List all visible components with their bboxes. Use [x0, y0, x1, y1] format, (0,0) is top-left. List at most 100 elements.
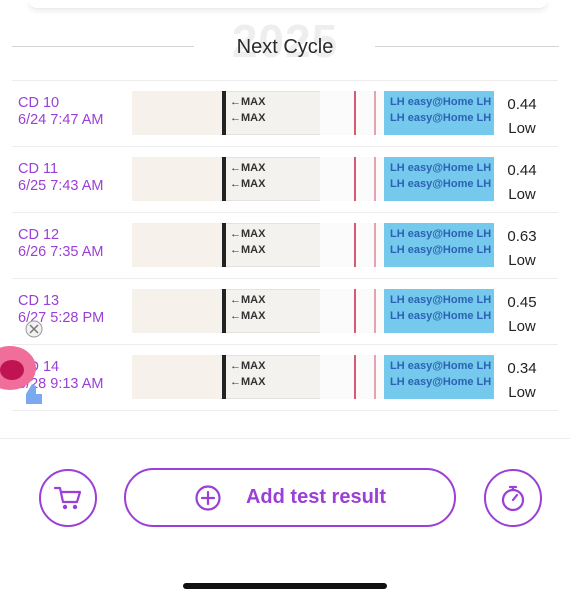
- test-band: [374, 157, 376, 201]
- max-text: ←MAX: [230, 162, 266, 174]
- cart-icon: [53, 486, 82, 510]
- thumbs-up-icon: [26, 384, 42, 404]
- wrap-text: LH easy@Home LH: [390, 294, 492, 306]
- max-text: ←MAX: [230, 244, 266, 256]
- wrap-text: LH easy@Home LH: [390, 376, 492, 388]
- max-text: ←MAX: [230, 228, 266, 240]
- timer-button[interactable]: [484, 469, 542, 527]
- wrap-text: LH easy@Home LH: [390, 178, 492, 190]
- control-band: [354, 223, 356, 267]
- lh-value: 0.34: [507, 360, 537, 377]
- test-result-list: CD 10 6/24 7:47 AM ←MAX ←MAX LH easy@Hom…: [0, 80, 570, 411]
- previous-card-edge: [28, 0, 548, 9]
- cycle-day: CD 12: [18, 227, 60, 243]
- wrap-text: LH easy@Home LH: [390, 228, 492, 240]
- sticker-graphic: [0, 320, 43, 404]
- add-test-result-button[interactable]: Add test result: [124, 468, 456, 527]
- home-indicator[interactable]: [183, 583, 387, 589]
- strip-handle-mark: [222, 355, 226, 399]
- max-text: ←MAX: [230, 112, 266, 124]
- strip-max-label: ←MAX ←MAX: [230, 358, 265, 390]
- strip-wrapper: LH easy@Home LH LH easy@Home LH: [384, 289, 494, 333]
- arrow-left-icon: ←: [230, 178, 241, 190]
- test-row[interactable]: CD 14 6/28 9:13 AM ←MAX ←MAX LH easy@Hom…: [12, 345, 558, 411]
- test-row[interactable]: CD 11 6/25 7:43 AM ←MAX ←MAX LH easy@Hom…: [12, 147, 558, 213]
- test-strip-photo[interactable]: ←MAX ←MAX LH easy@Home LH LH easy@Home L…: [132, 157, 494, 201]
- test-row[interactable]: CD 13 6/27 5:28 PM ←MAX ←MAX LH easy@Hom…: [12, 279, 558, 345]
- wrap-text: LH easy@Home LH: [390, 96, 492, 108]
- test-strip-photo[interactable]: ←MAX ←MAX LH easy@Home LH LH easy@Home L…: [132, 289, 494, 333]
- arrow-left-icon: ←: [230, 162, 241, 174]
- strip-wrapper: LH easy@Home LH LH easy@Home LH: [384, 91, 494, 135]
- arrow-left-icon: ←: [230, 112, 241, 124]
- max-text: ←MAX: [230, 96, 266, 108]
- wrap-text: LH easy@Home LH: [390, 162, 492, 174]
- strip-wrapper: LH easy@Home LH LH easy@Home LH: [384, 157, 494, 201]
- arrow-left-icon: ←: [230, 294, 241, 306]
- test-band: [374, 289, 376, 333]
- stopwatch-icon: [501, 485, 525, 512]
- arrow-left-icon: ←: [230, 310, 241, 322]
- lh-value: 0.63: [507, 228, 537, 245]
- wrap-text: LH easy@Home LH: [390, 244, 492, 256]
- arrow-left-icon: ←: [230, 228, 241, 240]
- max-text: ←MAX: [230, 360, 266, 372]
- row-label: CD 12 6/26 7:35 AM: [18, 227, 103, 261]
- divider-left: [12, 46, 194, 47]
- test-band: [374, 355, 376, 399]
- strip-max-label: ←MAX ←MAX: [230, 292, 265, 324]
- max-text: ←MAX: [230, 376, 266, 388]
- row-result: 0.45 Low: [500, 291, 544, 339]
- strip-sample-zone: [132, 355, 220, 399]
- strip-handle-mark: [222, 223, 226, 267]
- row-result: 0.44 Low: [500, 93, 544, 141]
- lh-level: Low: [508, 186, 536, 203]
- lh-level: Low: [508, 384, 536, 401]
- control-band: [354, 355, 356, 399]
- test-strip-photo[interactable]: ←MAX ←MAX LH easy@Home LH LH easy@Home L…: [132, 223, 494, 267]
- strip-wrapper: LH easy@Home LH LH easy@Home LH: [384, 355, 494, 399]
- lh-value: 0.44: [507, 162, 537, 179]
- row-label: CD 11 6/25 7:43 AM: [18, 161, 103, 195]
- arrow-left-icon: ←: [230, 376, 241, 388]
- row-result: 0.34 Low: [500, 357, 544, 405]
- wrap-text: LH easy@Home LH: [390, 310, 492, 322]
- test-strip-photo[interactable]: ←MAX ←MAX LH easy@Home LH LH easy@Home L…: [132, 355, 494, 399]
- row-label: CD 10 6/24 7:47 AM: [18, 95, 103, 129]
- divider-right: [375, 46, 559, 47]
- test-row[interactable]: CD 10 6/24 7:47 AM ←MAX ←MAX LH easy@Hom…: [12, 80, 558, 147]
- strip-sample-zone: [132, 91, 220, 135]
- arrow-left-icon: ←: [230, 360, 241, 372]
- max-text: ←MAX: [230, 178, 266, 190]
- strip-sample-zone: [132, 223, 220, 267]
- wrap-text: LH easy@Home LH: [390, 112, 492, 124]
- strip-max-label: ←MAX ←MAX: [230, 160, 265, 192]
- arrow-left-icon: ←: [230, 96, 241, 108]
- wrap-text: LH easy@Home LH: [390, 360, 492, 372]
- lh-value: 0.44: [507, 96, 537, 113]
- plus-circle-icon: [195, 484, 221, 511]
- floating-sticker[interactable]: [0, 320, 50, 420]
- strip-max-label: ←MAX ←MAX: [230, 94, 265, 126]
- strip-sample-zone: [132, 157, 220, 201]
- test-strip-photo[interactable]: ←MAX ←MAX LH easy@Home LH LH easy@Home L…: [132, 91, 494, 135]
- lh-value: 0.45: [507, 294, 537, 311]
- cart-button[interactable]: [39, 469, 97, 527]
- strip-handle-mark: [222, 91, 226, 135]
- action-bar-divider: [0, 438, 570, 439]
- control-band: [354, 289, 356, 333]
- row-result: 0.63 Low: [500, 225, 544, 273]
- test-band: [374, 91, 376, 135]
- test-band: [374, 223, 376, 267]
- strip-handle-mark: [222, 289, 226, 333]
- test-row[interactable]: CD 12 6/26 7:35 AM ←MAX ←MAX LH easy@Hom…: [12, 213, 558, 279]
- max-text: ←MAX: [230, 310, 266, 322]
- test-datetime: 6/26 7:35 AM: [18, 244, 104, 260]
- max-text: ←MAX: [230, 294, 266, 306]
- lh-level: Low: [508, 318, 536, 335]
- strip-max-label: ←MAX ←MAX: [230, 226, 265, 258]
- strip-sample-zone: [132, 289, 220, 333]
- cycle-day: CD 13: [18, 293, 60, 309]
- cycle-day: CD 11: [18, 161, 59, 177]
- add-test-result-label: Add test result: [245, 486, 387, 508]
